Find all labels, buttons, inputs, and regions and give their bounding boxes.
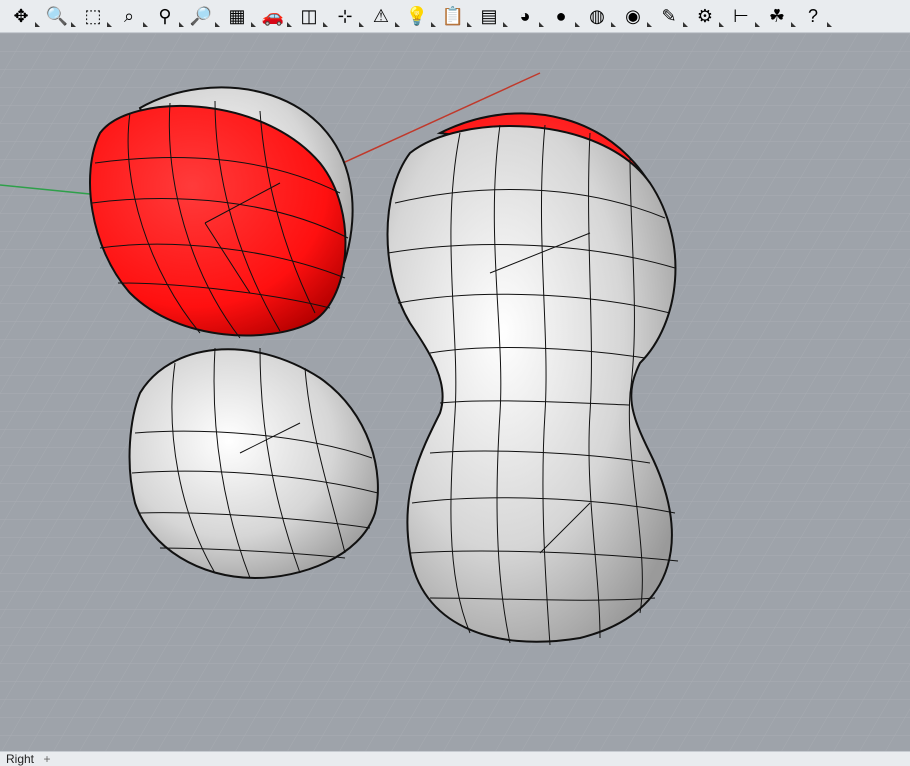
gumball-icon[interactable]: ✥ [6,3,36,29]
zoom-target-icon[interactable]: 🔎 [186,3,216,29]
viewport-canvas[interactable] [0,33,910,751]
help-icon[interactable]: ? [798,3,828,29]
rendered-sphere-icon[interactable]: ◉ [618,3,648,29]
zoom-extents-icon[interactable]: 🔍 [42,3,72,29]
layers-icon[interactable]: ▤ [474,3,504,29]
snap-icon[interactable]: ⚠ [366,3,396,29]
shaded-sphere-icon[interactable]: ● [546,3,576,29]
light-icon[interactable]: 💡 [402,3,432,29]
grid-options-icon[interactable]: ◫ [294,3,324,29]
pen-icon[interactable]: ✎ [654,3,684,29]
car-view-icon[interactable]: 🚗 [258,3,288,29]
viewport-tab-right[interactable]: Right [0,752,40,766]
cplane-icon[interactable]: ⊹ [330,3,360,29]
toolbar: ✥ 🔍 ⬚ ⌕ ⚲ 🔎 ▦ 🚗 ◫ ⊹ ⚠ 💡 📋 ▤ ◕ ● ◍ ◉ ✎ ⚙ ⊢ ☘? [0,0,910,33]
four-viewports-icon[interactable]: ▦ [222,3,252,29]
wireframe-sphere-icon[interactable]: ◍ [582,3,612,29]
viewport-right[interactable] [0,33,910,751]
zoom-window-icon[interactable]: ⬚ [78,3,108,29]
gear-icon[interactable]: ⚙ [690,3,720,29]
zoom-selected-icon[interactable]: ⌕ [114,3,144,29]
status-bar: Right + [0,751,910,766]
zoom-dynamic-icon[interactable]: ⚲ [150,3,180,29]
add-viewport-icon[interactable]: + [40,752,54,766]
clipboard-icon[interactable]: 📋 [438,3,468,29]
color-wheel-icon[interactable]: ◕ [510,3,540,29]
grasshopper-icon[interactable]: ☘ [762,3,792,29]
dimension-icon[interactable]: ⊢ [726,3,756,29]
